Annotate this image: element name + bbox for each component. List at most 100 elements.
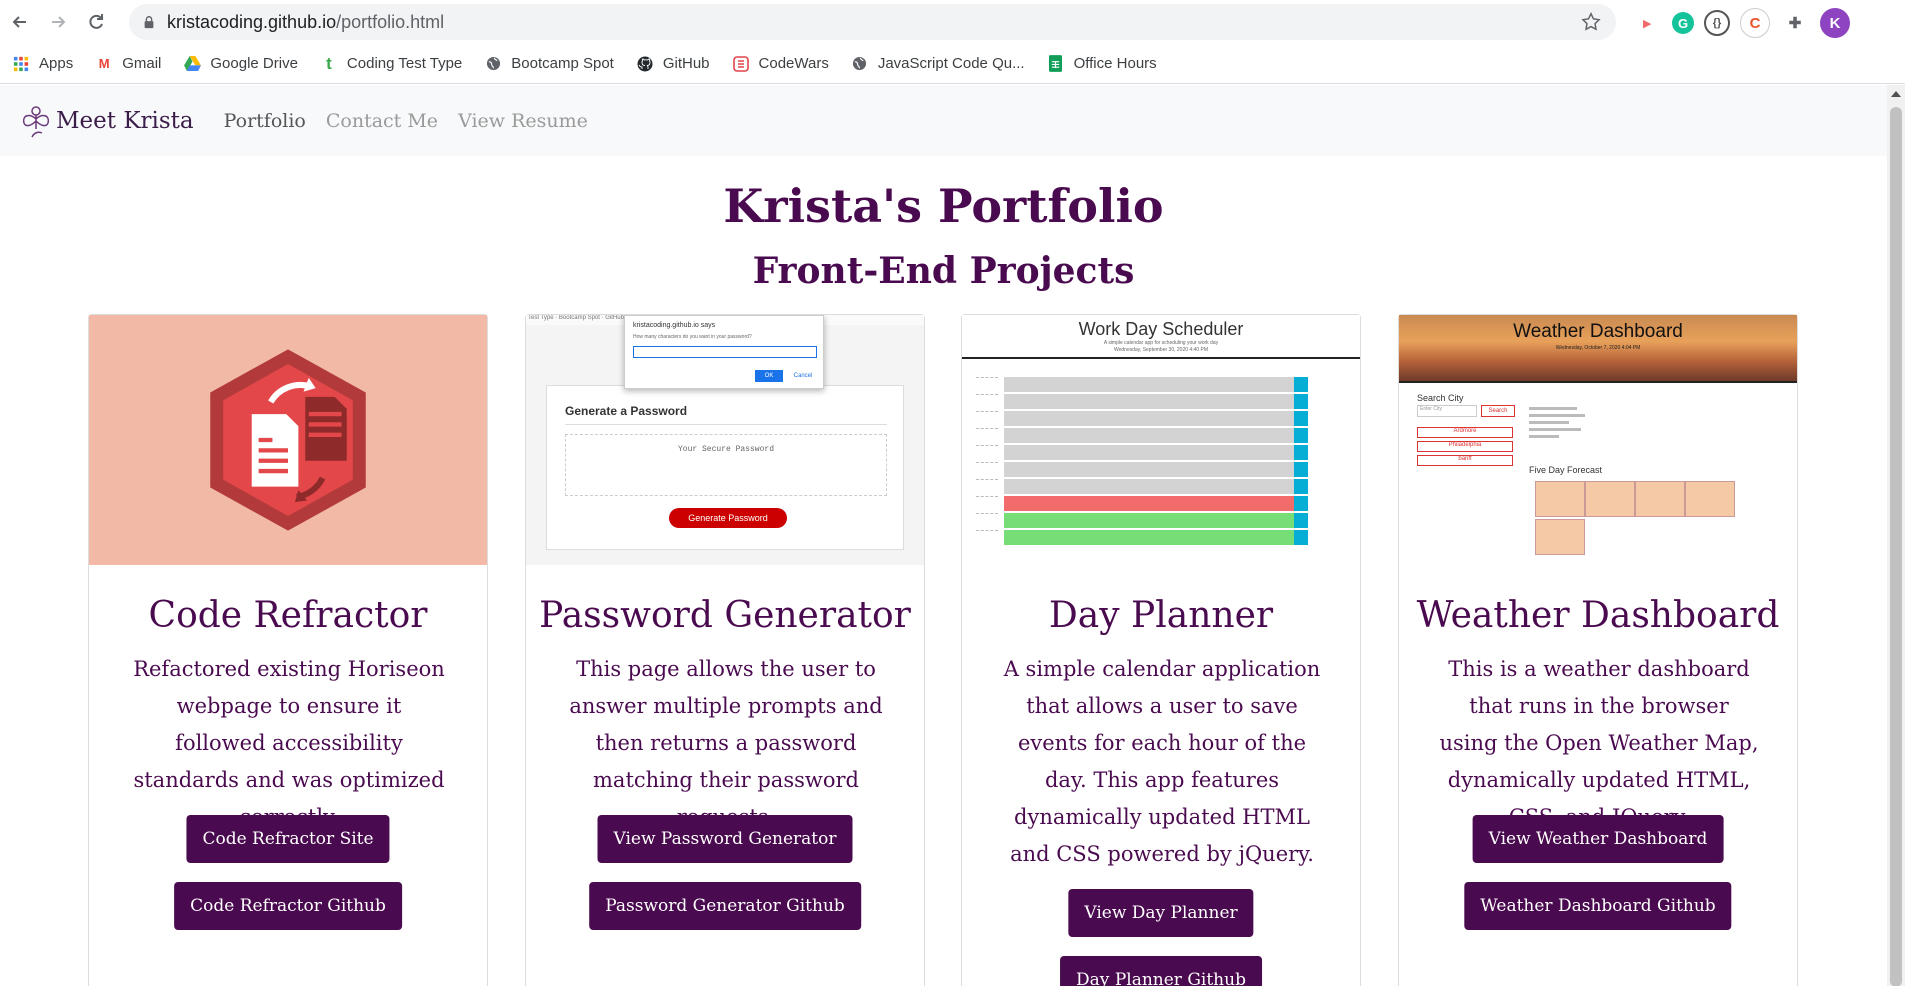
forward-button[interactable] (40, 4, 76, 40)
navbar-brand[interactable]: Meet Krista (16, 101, 194, 141)
back-arrow-icon (12, 16, 26, 28)
preview-hour-label (976, 496, 998, 511)
preview-hour-label (976, 479, 998, 494)
fairy-logo-icon (22, 105, 50, 137)
reload-icon (89, 14, 103, 29)
preview-hour-row (1004, 530, 1294, 546)
t-icon: t (326, 53, 332, 73)
preview-hour-row (1004, 479, 1294, 495)
bookmark-javascript-code-quiz[interactable]: JavaScript Code Qu... (851, 55, 1025, 73)
card-description: This is a weather dashboard that runs in… (1439, 657, 1759, 829)
lock-icon (141, 14, 157, 30)
preview-forecast-tile (1685, 481, 1735, 517)
preview-hour-label (976, 411, 998, 426)
profile-avatar[interactable]: K (1820, 8, 1850, 38)
preview-hour-row (1004, 394, 1294, 410)
view-weather-dashboard-button[interactable]: View Weather Dashboard (1472, 815, 1724, 863)
preview-forecast-tile (1635, 481, 1685, 517)
bookmark-office-hours[interactable]: Office Hours (1047, 55, 1157, 73)
codewars-extension-icon[interactable]: C (1740, 8, 1770, 38)
bookmark-codewars[interactable]: CodeWars (732, 55, 829, 73)
nav-link-contact-me[interactable]: Contact Me (326, 110, 438, 132)
back-button[interactable] (2, 4, 38, 40)
preview-save-button (1294, 428, 1308, 444)
preview-hour-label (976, 394, 998, 409)
project-card-password-generator: Test Type · Bootcamp Spot · GitHub Gener… (525, 314, 925, 986)
nav-link-view-resume[interactable]: View Resume (458, 110, 588, 132)
card-title: Code Refractor (148, 595, 428, 636)
preview-heading: Weather Dashboard (1513, 321, 1683, 342)
preview-current-weather (1529, 403, 1599, 443)
bookmark-apps[interactable]: Apps (12, 55, 73, 73)
nav-link-portfolio[interactable]: Portfolio (224, 110, 306, 132)
card-description: A simple calendar application that allow… (1003, 657, 1321, 866)
preview-heading: Work Day Scheduler (1078, 319, 1244, 339)
preview-card: Generate a Password Your Secure Password… (546, 385, 904, 550)
extensions-area: ▸ G {} C ✚ K (1632, 8, 1850, 38)
grammarly-extension-icon[interactable]: G (1672, 12, 1694, 34)
preview-save-button (1294, 445, 1308, 461)
view-day-planner-button[interactable]: View Day Planner (1068, 889, 1254, 937)
site-navbar: Meet Krista Portfolio Contact Me View Re… (0, 85, 1887, 156)
bookmark-google-drive[interactable]: Google Drive (183, 55, 298, 73)
puzzle-extensions-icon[interactable]: ✚ (1780, 8, 1810, 38)
view-password-generator-button[interactable]: View Password Generator (597, 815, 853, 863)
preview-heading: Generate a Password (565, 404, 688, 418)
code-refractor-github-button[interactable]: Code Refractor Github (174, 882, 402, 930)
forward-arrow-icon (52, 16, 66, 28)
page-viewport: Meet Krista Portfolio Contact Me View Re… (0, 85, 1887, 986)
bookmark-github[interactable]: GitHub (636, 55, 710, 73)
day-planner-image: Work Day Scheduler A simple calendar app… (962, 315, 1360, 565)
preview-hour-row (1004, 377, 1294, 393)
preview-hour-label (976, 513, 998, 528)
preview-sunset-header: Weather Dashboard Wednesday, October 7, … (1399, 315, 1797, 381)
code-refractor-site-button[interactable]: Code Refractor Site (186, 815, 390, 863)
preview-hour-label (976, 445, 998, 460)
gmail-icon: M (98, 56, 110, 71)
preview-alert-dialog: kristacoding.github.io says How many cha… (624, 315, 824, 389)
preview-hour-row (1004, 445, 1294, 461)
preview-hour-row (1004, 462, 1294, 478)
reload-button[interactable] (78, 4, 114, 40)
preview-save-button (1294, 462, 1308, 478)
bookmark-bootcamp-spot[interactable]: Bootcamp Spot (484, 55, 614, 73)
preview-hour-row (1004, 496, 1294, 512)
project-card-day-planner: Work Day Scheduler A simple calendar app… (961, 314, 1361, 986)
page-scrollbar[interactable] (1887, 85, 1905, 986)
preview-hour-label (976, 377, 998, 392)
card-description: Refactored existing Horiseon webpage to … (133, 657, 445, 829)
refactor-document-icon (210, 349, 366, 531)
preview-forecast-tile (1535, 481, 1585, 517)
github-icon (636, 55, 654, 73)
password-generator-github-button[interactable]: Password Generator Github (589, 882, 861, 930)
preview-save-button (1294, 530, 1308, 546)
scrollbar-thumb[interactable] (1890, 107, 1902, 986)
preview-hour-label (976, 530, 998, 545)
address-bar[interactable]: kristacoding.github.io/portfolio.html (129, 4, 1616, 40)
bookmark-gmail[interactable]: M Gmail (95, 55, 162, 73)
page-subtitle: Front-End Projects (752, 250, 1135, 292)
page-title: Krista's Portfolio (723, 179, 1164, 233)
preview-save-button (1294, 377, 1308, 393)
sheets-icon (1047, 55, 1065, 73)
bookmark-coding-test-type[interactable]: t Coding Test Type (320, 53, 462, 73)
preview-forecast-tile (1535, 519, 1585, 555)
bookmark-star-icon[interactable] (1580, 11, 1602, 33)
preview-hour-label (976, 428, 998, 443)
screen-record-extension-icon[interactable]: ▸ (1632, 8, 1662, 38)
code-refractor-image (89, 315, 487, 565)
preview-save-button (1294, 496, 1308, 512)
day-planner-github-button[interactable]: Day Planner Github (1060, 956, 1262, 986)
bookmarks-bar: Apps M Gmail Google Drive t Coding Test Ty… (0, 44, 1905, 84)
scroll-up-arrow-icon[interactable] (1891, 91, 1901, 97)
globe-icon (484, 55, 502, 73)
card-title: Password Generator (539, 595, 911, 636)
weather-dashboard-github-button[interactable]: Weather Dashboard Github (1464, 882, 1732, 930)
url-text: kristacoding.github.io/portfolio.html (167, 11, 445, 32)
codewars-icon (732, 55, 750, 73)
preview-save-button (1294, 394, 1308, 410)
code-extension-icon[interactable]: {} (1704, 10, 1730, 36)
preview-save-button (1294, 513, 1308, 529)
preview-password-box: Your Secure Password (565, 434, 887, 496)
preview-generate-button: Generate Password (669, 508, 787, 528)
